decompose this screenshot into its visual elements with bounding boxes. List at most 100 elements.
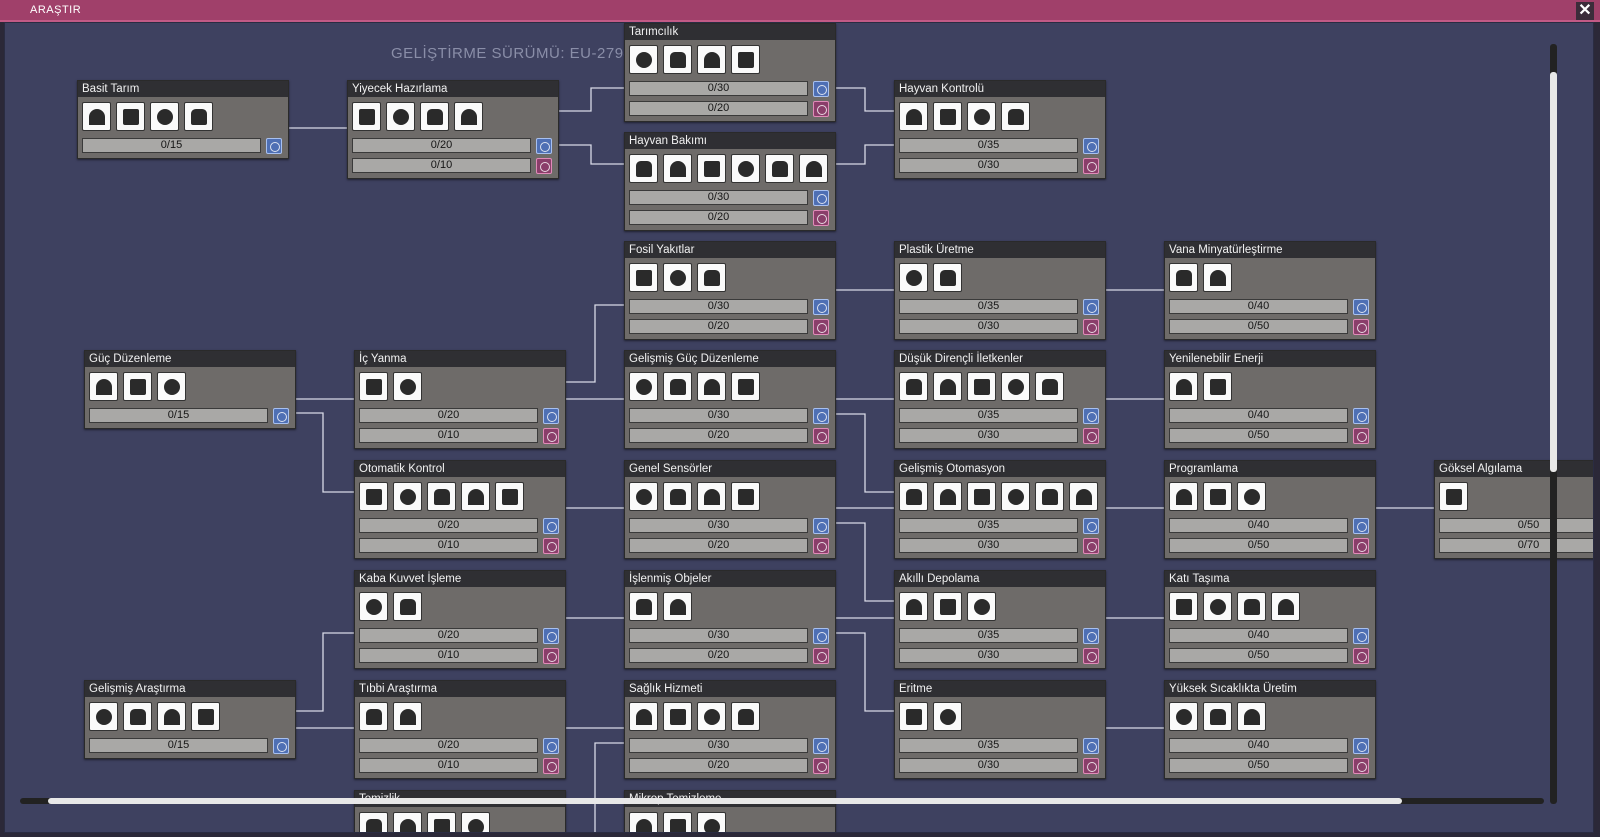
building-icon[interactable] [1203,702,1232,731]
building-icon[interactable] [663,154,692,183]
building-icon[interactable] [697,702,726,731]
building-icon[interactable] [967,592,996,621]
building-icon[interactable] [1035,482,1064,511]
research-card-goksel-algilama[interactable]: Göksel Algılama 0/50 0/70 [1434,460,1593,559]
building-icon[interactable] [933,702,962,731]
building-icon[interactable] [191,702,220,731]
building-icon[interactable] [454,102,483,131]
building-icon[interactable] [1001,482,1030,511]
building-icon[interactable] [495,482,524,511]
research-card-hayvan-kontrolu[interactable]: Hayvan Kontrolü 0/35 0/30 [894,80,1106,179]
research-card-gelismis-arastirma[interactable]: Gelişmiş Araştırma 0/15 [84,680,296,759]
building-icon[interactable] [116,102,145,131]
research-card-fosil-yakitlar[interactable]: Fosil Yakıtlar 0/30 0/20 [624,241,836,340]
building-icon[interactable] [1001,102,1030,131]
building-icon[interactable] [629,702,658,731]
building-icon[interactable] [427,482,456,511]
building-icon[interactable] [697,45,726,74]
building-icon[interactable] [1237,702,1266,731]
building-icon[interactable] [731,702,760,731]
research-card-eritme[interactable]: Eritme 0/35 0/30 [894,680,1106,779]
building-icon[interactable] [427,812,456,832]
building-icon[interactable] [89,372,118,401]
research-card-yuksek-sicaklikta-uretim[interactable]: Yüksek Sıcaklıkta Üretim 0/40 0/50 [1164,680,1376,779]
research-card-saglik-hizmeti[interactable]: Sağlık Hizmeti 0/30 0/20 [624,680,836,779]
research-card-gelismis-otomasyon[interactable]: Gelişmiş Otomasyon 0/35 0/30 [894,460,1106,559]
research-card-mikrop-temizleme[interactable]: Mikrop Temizleme [624,790,836,832]
research-card-basit-tarim[interactable]: Basit Tarım 0/15 [77,80,289,159]
building-icon[interactable] [967,372,996,401]
building-icon[interactable] [933,372,962,401]
building-icon[interactable] [393,482,422,511]
research-card-hayvan-bakimi[interactable]: Hayvan Bakımı 0/30 0/20 [624,132,836,231]
building-icon[interactable] [731,372,760,401]
building-icon[interactable] [1237,482,1266,511]
building-icon[interactable] [1203,263,1232,292]
building-icon[interactable] [663,812,692,832]
building-icon[interactable] [359,372,388,401]
building-icon[interactable] [697,154,726,183]
building-icon[interactable] [765,154,794,183]
building-icon[interactable] [663,45,692,74]
building-icon[interactable] [461,482,490,511]
research-card-tibbi-arastirma[interactable]: Tıbbi Araştırma 0/20 0/10 [354,680,566,779]
building-icon[interactable] [933,482,962,511]
vertical-scrollbar-thumb[interactable] [1550,72,1557,472]
research-card-programlama[interactable]: Programlama 0/40 0/50 [1164,460,1376,559]
building-icon[interactable] [967,482,996,511]
building-icon[interactable] [899,372,928,401]
research-card-yenilenebilir-enerji[interactable]: Yenilenebilir Enerji 0/40 0/50 [1164,350,1376,449]
building-icon[interactable] [1203,592,1232,621]
building-icon[interactable] [799,154,828,183]
research-card-temizlik[interactable]: Temizlik [354,790,566,832]
building-icon[interactable] [1001,372,1030,401]
building-icon[interactable] [393,702,422,731]
building-icon[interactable] [1169,592,1198,621]
building-icon[interactable] [697,263,726,292]
building-icon[interactable] [899,592,928,621]
research-card-akilli-depolama[interactable]: Akıllı Depolama 0/35 0/30 [894,570,1106,669]
building-icon[interactable] [1271,592,1300,621]
research-card-gelismis-guc-duzenleme[interactable]: Gelişmiş Güç Düzenleme 0/30 0/20 [624,350,836,449]
research-card-islenmis-objeler[interactable]: İşlenmiş Objeler 0/30 0/20 [624,570,836,669]
building-icon[interactable] [933,102,962,131]
building-icon[interactable] [899,102,928,131]
building-icon[interactable] [933,592,962,621]
building-icon[interactable] [697,372,726,401]
building-icon[interactable] [899,263,928,292]
building-icon[interactable] [663,263,692,292]
building-icon[interactable] [359,812,388,832]
building-icon[interactable] [663,702,692,731]
building-icon[interactable] [359,482,388,511]
horizontal-scrollbar-thumb[interactable] [48,798,1402,804]
building-icon[interactable] [1069,482,1098,511]
building-icon[interactable] [1169,482,1198,511]
building-icon[interactable] [386,102,415,131]
building-icon[interactable] [697,482,726,511]
building-icon[interactable] [1169,702,1198,731]
building-icon[interactable] [899,482,928,511]
building-icon[interactable] [967,102,996,131]
building-icon[interactable] [629,154,658,183]
research-tree-area[interactable]: GELİŞTİRME SÜRÜMÜ: EU-279457 Basit Tarım… [4,22,1594,833]
building-icon[interactable] [629,372,658,401]
research-card-kati-tasima[interactable]: Katı Taşıma 0/40 0/50 [1164,570,1376,669]
building-icon[interactable] [157,702,186,731]
building-icon[interactable] [629,482,658,511]
building-icon[interactable] [1439,482,1468,511]
building-icon[interactable] [359,702,388,731]
building-icon[interactable] [1169,372,1198,401]
building-icon[interactable] [1203,482,1232,511]
building-icon[interactable] [663,482,692,511]
building-icon[interactable] [150,102,179,131]
building-icon[interactable] [663,372,692,401]
building-icon[interactable] [663,592,692,621]
building-icon[interactable] [420,102,449,131]
building-icon[interactable] [461,812,490,832]
building-icon[interactable] [393,592,422,621]
building-icon[interactable] [1035,372,1064,401]
building-icon[interactable] [82,102,111,131]
building-icon[interactable] [731,482,760,511]
research-card-dusuk-direncli-iletkenler[interactable]: Düşük Dirençli İletkenler 0/35 0/30 [894,350,1106,449]
building-icon[interactable] [731,45,760,74]
